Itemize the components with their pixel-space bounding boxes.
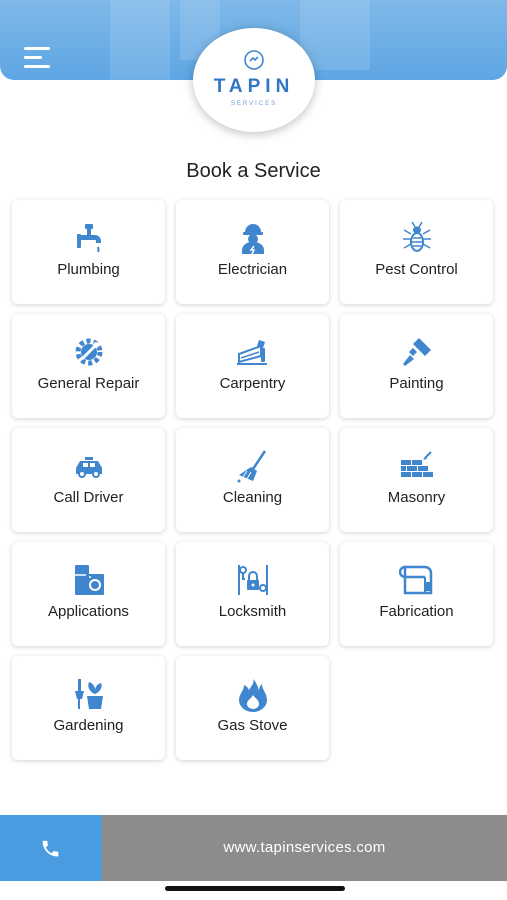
phone-icon xyxy=(42,840,59,857)
menu-line xyxy=(24,56,42,59)
broom-icon xyxy=(237,450,267,483)
service-label: Electrician xyxy=(217,261,288,278)
paintbrush-icon xyxy=(403,338,431,366)
saw-icon xyxy=(237,340,267,365)
faucet-icon xyxy=(77,224,101,253)
flame-icon xyxy=(239,679,267,712)
service-tile-carpentry[interactable]: Carpentry xyxy=(176,314,329,418)
page-title: Book a Service xyxy=(186,160,321,182)
service-label: Call Driver xyxy=(53,489,124,506)
gear-wrench-icon xyxy=(75,338,103,366)
service-tile-call-driver[interactable]: Call Driver xyxy=(12,428,165,532)
service-label: Gardening xyxy=(53,717,124,734)
footer-bar: www.tapinservices.com xyxy=(0,815,507,881)
brand-logo: TAPIN SERVICES xyxy=(193,28,315,132)
home-indicator[interactable] xyxy=(165,886,345,891)
service-tile-locksmith[interactable]: Locksmith xyxy=(176,542,329,646)
service-tile-painting[interactable]: Painting xyxy=(340,314,493,418)
service-tile-electrician[interactable]: Electrician xyxy=(176,200,329,304)
appliances-icon xyxy=(75,565,104,595)
service-tile-gas-stove[interactable]: Gas Stove xyxy=(176,656,329,760)
logo-name: TAPIN xyxy=(213,76,295,97)
service-label: Gas Stove xyxy=(217,717,288,734)
service-label: Applications xyxy=(48,603,129,620)
service-label: General Repair xyxy=(37,375,140,392)
fabrication-icon xyxy=(399,565,433,595)
service-tile-masonry[interactable]: Masonry xyxy=(340,428,493,532)
service-tile-general-repair[interactable]: General Repair xyxy=(12,314,165,418)
bug-icon xyxy=(403,221,431,252)
hamburger-menu-icon[interactable] xyxy=(24,47,50,69)
lock-icon xyxy=(238,565,268,595)
service-tile-cleaning[interactable]: Cleaning xyxy=(176,428,329,532)
header-background-building xyxy=(110,0,170,80)
logo-subtitle: SERVICES xyxy=(230,101,278,107)
service-label: Cleaning xyxy=(222,489,283,506)
service-label: Locksmith xyxy=(218,603,287,620)
logo-mark-icon xyxy=(244,50,264,70)
menu-line xyxy=(24,47,50,50)
service-tile-pest-control[interactable]: Pest Control xyxy=(340,200,493,304)
menu-line xyxy=(24,65,50,68)
electrician-icon xyxy=(242,224,264,255)
service-tile-applications[interactable]: Applications xyxy=(12,542,165,646)
website-link[interactable]: www.tapinservices.com xyxy=(102,815,507,881)
car-icon xyxy=(76,457,102,478)
call-button[interactable] xyxy=(0,815,102,881)
service-tile-plumbing[interactable]: Plumbing xyxy=(12,200,165,304)
service-label: Plumbing xyxy=(57,261,120,278)
service-label: Fabrication xyxy=(379,603,454,620)
service-label: Masonry xyxy=(387,489,446,506)
service-label: Pest Control xyxy=(375,261,458,278)
service-tile-gardening[interactable]: Gardening xyxy=(12,656,165,760)
service-tile-fabrication[interactable]: Fabrication xyxy=(340,542,493,646)
service-label: Carpentry xyxy=(219,375,286,392)
service-label: Painting xyxy=(389,375,444,392)
brick-wall-icon xyxy=(401,451,433,477)
plant-icon xyxy=(75,679,103,709)
